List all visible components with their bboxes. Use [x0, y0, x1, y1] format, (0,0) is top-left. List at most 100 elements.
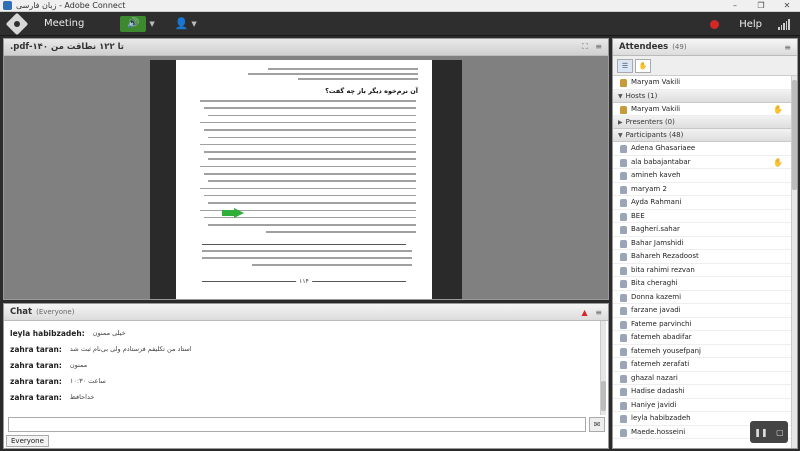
microphone-icon[interactable]: 🔊	[120, 15, 147, 32]
meeting-menu[interactable]: Meeting	[44, 18, 84, 29]
maximize-icon[interactable]: ❐	[748, 0, 774, 12]
person-icon	[620, 401, 627, 410]
share-pod-header: .pdf-۱۴۰ تا ۱۲۲ نطاقت من ⛶ ≡	[4, 39, 608, 56]
person-icon	[620, 428, 627, 437]
hosts-group[interactable]: ▼ Hosts (1)	[613, 89, 791, 103]
main-menubar: Meeting 🔊 ▼ 👤 ▼ Help	[0, 12, 800, 36]
list-item[interactable]: Adena Ghasariaee	[613, 142, 791, 156]
attendees-list: Maryam Vakili ▼ Hosts (1) Maryam Vakili ✋ …	[613, 76, 791, 448]
list-item[interactable]: Donna kazemi	[613, 291, 791, 304]
close-icon[interactable]: ✕	[774, 0, 800, 12]
window-controls: – ❐ ✕	[722, 0, 800, 12]
list-item[interactable]: ala babajantabar ✋	[613, 156, 791, 169]
text-line	[208, 224, 416, 226]
person-icon	[620, 212, 627, 221]
person-icon	[620, 293, 627, 302]
person-icon	[620, 415, 627, 423]
list-item[interactable]: fatemeh yousefpanj	[613, 345, 791, 358]
list-item[interactable]: Fateme parvinchi	[613, 318, 791, 331]
options-icon[interactable]: ⛶ ≡	[582, 42, 602, 52]
person-icon	[620, 79, 627, 87]
list-item[interactable]: Bita cheraghi	[613, 277, 791, 291]
list-item[interactable]: Hadise dadashi	[613, 385, 791, 399]
chevron-down-icon[interactable]: ▼	[191, 20, 196, 28]
person-icon	[620, 320, 627, 329]
person-icon	[620, 374, 627, 383]
help-menu[interactable]: Help	[739, 19, 762, 30]
chevron-down-icon[interactable]: ▼	[149, 20, 154, 28]
person-icon	[620, 185, 627, 194]
raised-hand-icon: ✋	[773, 104, 783, 114]
list-item[interactable]: farzane javadi	[613, 304, 791, 318]
chat-message: zahra taran: خداحافظ	[10, 392, 95, 402]
app-icon	[3, 1, 12, 10]
person-icon	[620, 361, 627, 369]
attendees-toolbar: ☰ ✋	[613, 56, 797, 76]
chat-message: zahra taran: ۱۰:۳۰ ساعت	[10, 376, 106, 386]
chat-scrollbar[interactable]	[600, 321, 606, 415]
attendees-pod-header: Attendees (49) ≡	[613, 39, 797, 56]
list-item[interactable]: maryam 2	[613, 183, 791, 196]
status-view-icon[interactable]: ✋	[635, 58, 651, 73]
pause-icon[interactable]: ❚❚	[754, 428, 767, 437]
chat-input[interactable]	[8, 417, 586, 432]
text-line	[204, 173, 416, 175]
chat-pod: Chat (Everyone) ▲ ≡ leyla habibzadeh: خیل…	[3, 303, 609, 449]
text-line	[204, 107, 416, 109]
list-item[interactable]: Bahareh Rezadoost	[613, 250, 791, 264]
arrow-icon	[222, 208, 244, 218]
person-icon	[620, 239, 627, 248]
text-line	[200, 165, 416, 168]
window-title: زبان فارسی - Adobe Connect	[16, 1, 126, 10]
attendees-scrollbar[interactable]	[791, 76, 797, 448]
tab-everyone[interactable]: Everyone	[6, 435, 49, 447]
attendees-count: (49)	[672, 43, 687, 51]
presenters-group[interactable]: ▶ Presenters (0)	[613, 116, 791, 129]
person-icon	[620, 266, 627, 275]
text-line	[200, 100, 416, 102]
square-icon[interactable]: ▢	[776, 428, 784, 437]
text-line	[204, 151, 416, 153]
chat-pod-title: Chat	[10, 307, 33, 317]
text-line	[204, 129, 416, 131]
person-icon	[620, 172, 627, 180]
list-item[interactable]: ghazal nazari	[613, 372, 791, 385]
text-line	[200, 143, 416, 146]
list-item[interactable]: fatemeh abadifar	[613, 331, 791, 345]
document-heading: آن نرم‌خوه دیگر باز چه گفت؟	[325, 87, 418, 95]
share-pod: .pdf-۱۴۰ تا ۱۲۲ نطاقت من ⛶ ≡ آن نرم‌خوه …	[3, 38, 609, 300]
chat-message: zahra taran: ممنون	[10, 360, 88, 370]
camera-icon[interactable]: 👤	[175, 17, 189, 30]
list-item[interactable]: Bagheri.sahar	[613, 223, 791, 237]
send-icon[interactable]: ✉	[589, 417, 605, 432]
list-item[interactable]: Ayda Rahmani	[613, 196, 791, 210]
floating-controls[interactable]: ❚❚ ▢	[750, 421, 788, 443]
person-icon	[620, 199, 627, 207]
list-item[interactable]: amineh kaveh	[613, 169, 791, 183]
options-icon[interactable]: ≡	[784, 43, 791, 52]
text-line	[208, 180, 416, 182]
minimize-icon[interactable]: –	[722, 0, 748, 12]
list-item[interactable]: BEE	[613, 210, 791, 223]
list-item[interactable]: Maryam Vakili ✋	[613, 103, 791, 116]
signal-icon	[778, 18, 790, 30]
person-icon	[620, 334, 627, 342]
person-icon	[620, 307, 627, 315]
chat-message: zahra taran: استاد من تکلیفم فرستادم ولی …	[10, 344, 192, 354]
text-line	[200, 121, 416, 124]
participants-group[interactable]: ▼ Participants (48)	[613, 129, 791, 142]
list-item[interactable]: bita rahimi rezvan	[613, 264, 791, 277]
options-icon[interactable]: ▲ ≡	[582, 308, 603, 317]
window-titlebar: زبان فارسی - Adobe Connect – ❐ ✕	[0, 0, 800, 12]
list-item[interactable]: Bahar Jamshidi	[613, 237, 791, 250]
person-icon	[620, 347, 627, 356]
chat-message: leyla habibzadeh: خیلی ممنون	[10, 328, 126, 338]
chat-scope: (Everyone)	[36, 308, 75, 316]
list-item[interactable]: Haniye javidi	[613, 399, 791, 412]
text-line	[266, 231, 416, 233]
current-user[interactable]: Maryam Vakili	[613, 76, 791, 90]
list-item[interactable]: fatemeh zerafati	[613, 358, 791, 372]
record-icon[interactable]	[710, 19, 720, 29]
list-view-icon[interactable]: ☰	[617, 58, 633, 73]
person-icon	[620, 280, 627, 288]
